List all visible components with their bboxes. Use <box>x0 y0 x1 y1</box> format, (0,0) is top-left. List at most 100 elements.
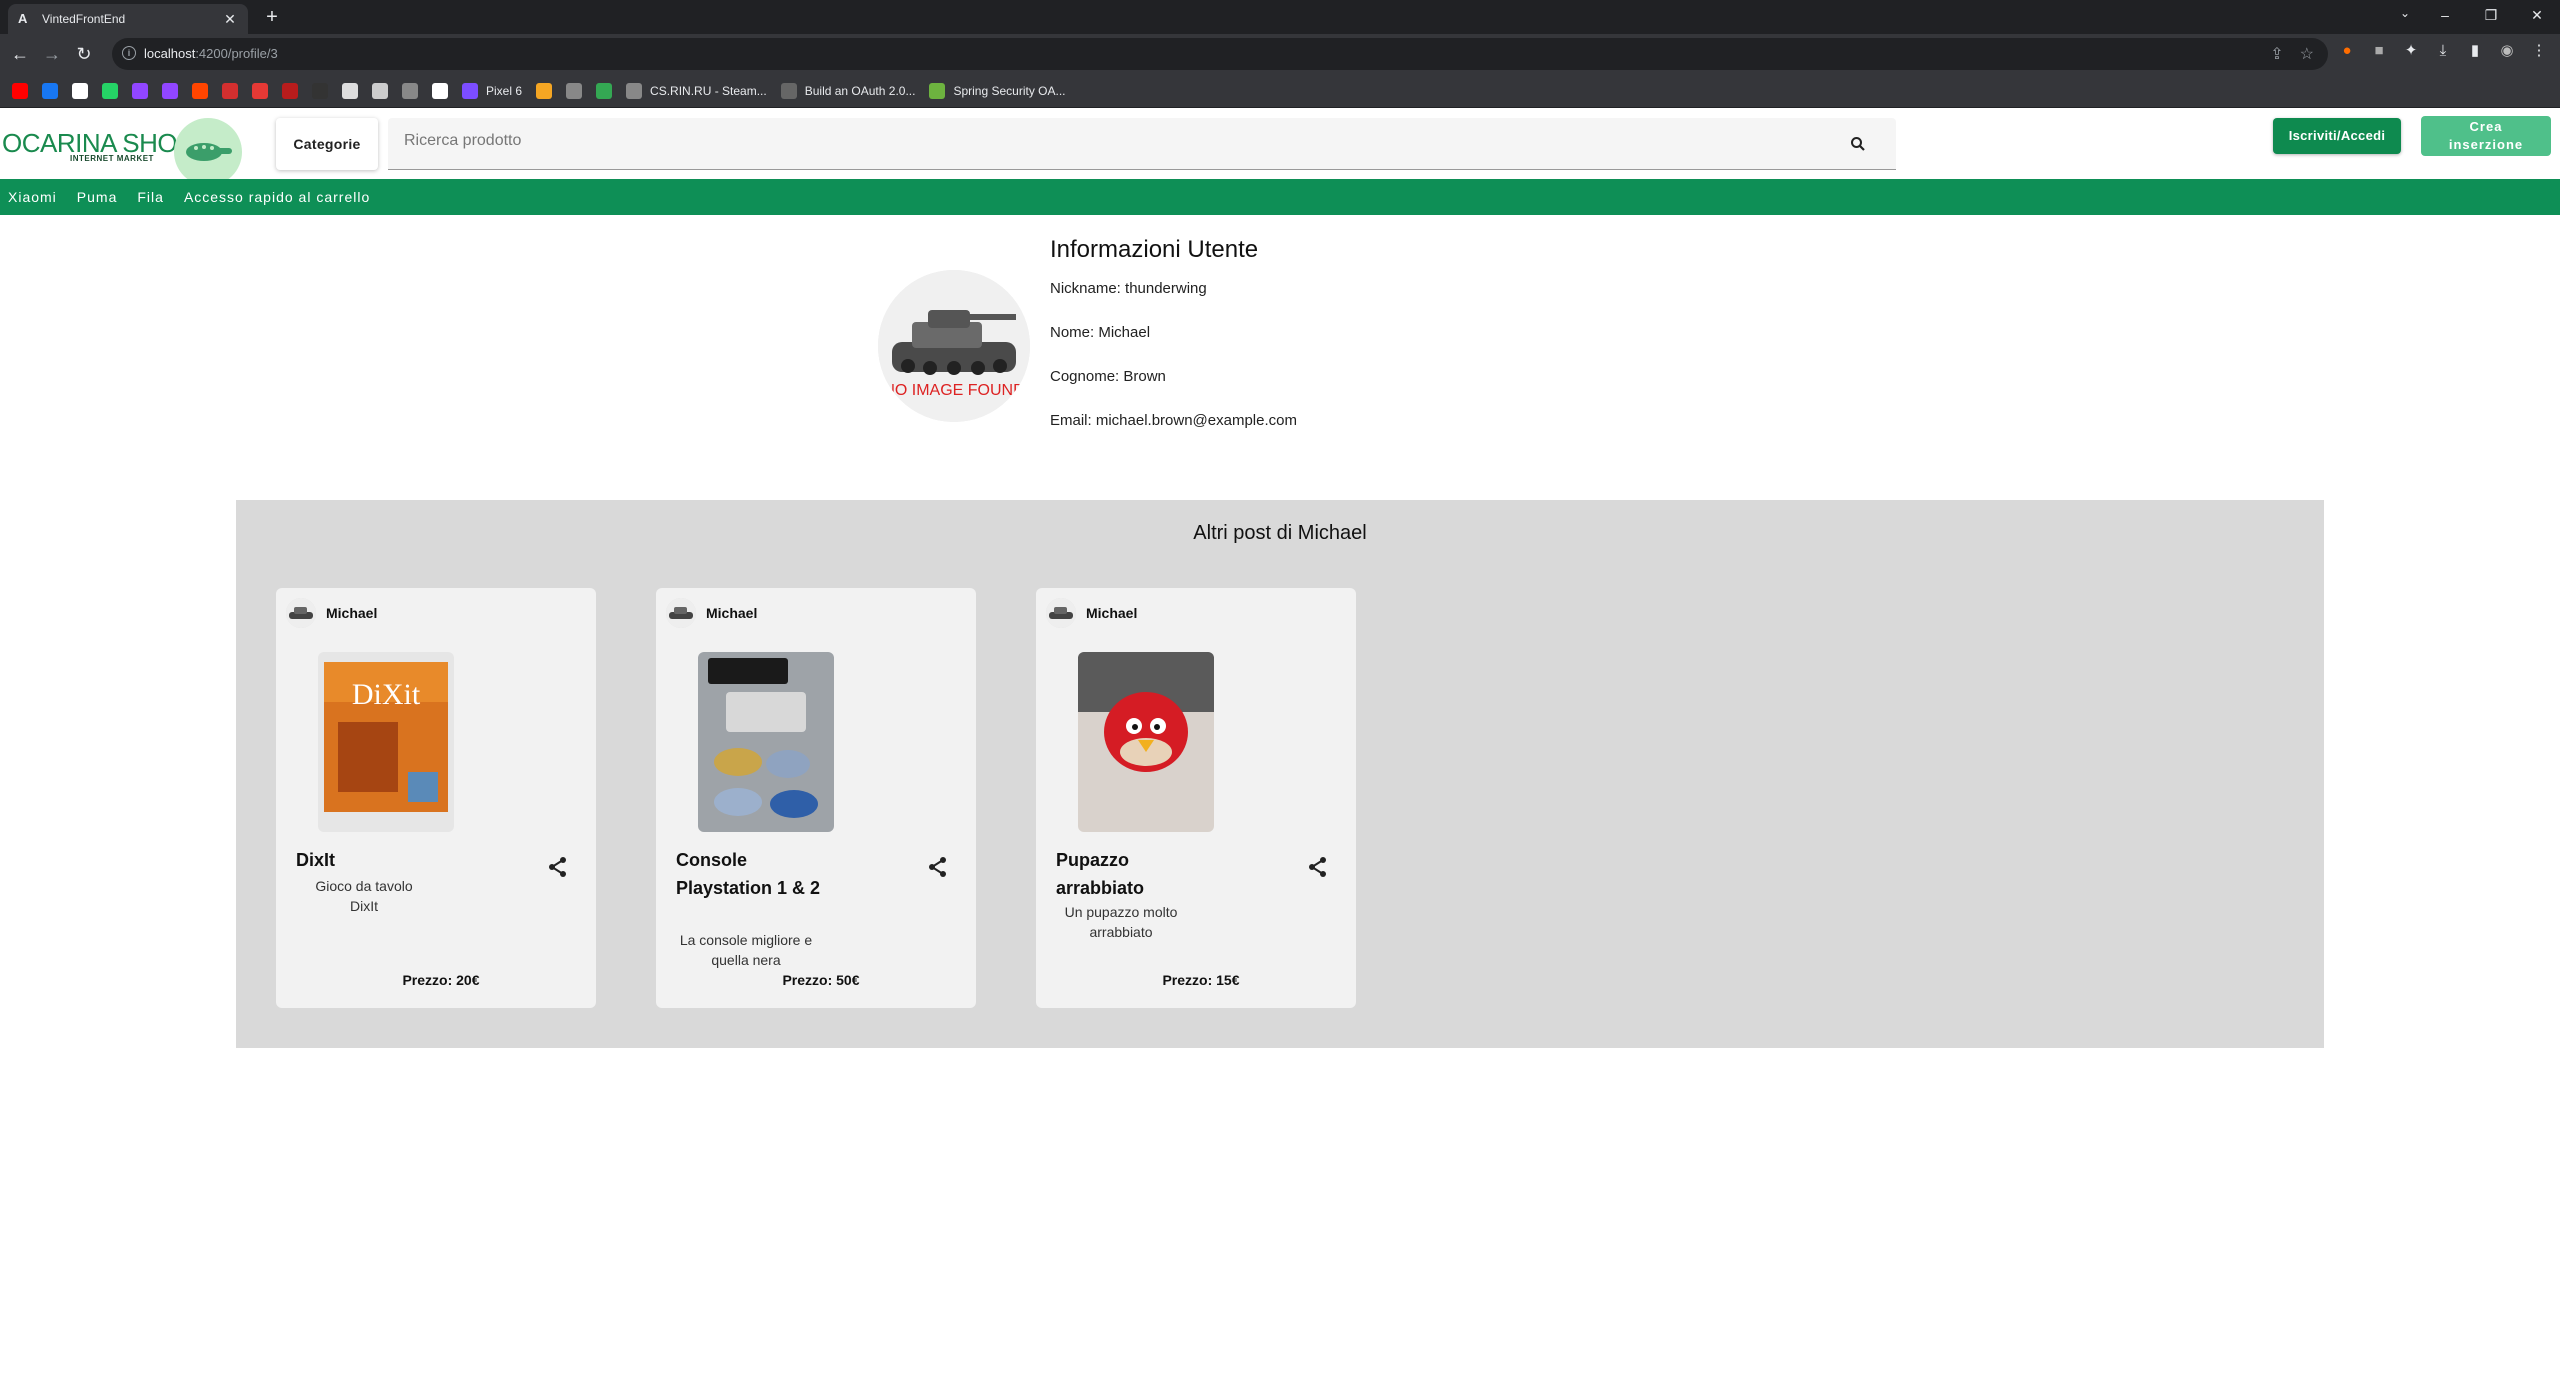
address-bar[interactable]: i localhost:4200/profile/3 ⇪ ☆ <box>112 38 2328 70</box>
site-header: OCARINA SHOP INTERNET MARKET Categorie I… <box>0 108 2560 186</box>
browser-tab[interactable]: A VintedFrontEnd ✕ <box>8 4 248 34</box>
card-author: Michael <box>1046 598 1137 628</box>
forward-icon[interactable]: → <box>40 42 64 66</box>
bookmark-item[interactable] <box>536 82 553 99</box>
extension-icon[interactable]: ■ <box>2370 42 2388 60</box>
bookmark-item[interactable] <box>252 82 268 99</box>
bookmark-icon <box>536 82 553 99</box>
bookmark-item[interactable] <box>372 82 388 99</box>
bookmark-icon <box>626 82 643 99</box>
bookmark-icon <box>72 82 88 99</box>
product-title: DixIt <box>296 850 336 870</box>
bookmark-item[interactable] <box>72 82 88 99</box>
bookmark-item[interactable] <box>42 82 58 99</box>
close-window-icon[interactable]: ✕ <box>2514 0 2560 30</box>
nav-item-xiaomi[interactable]: Xiaomi <box>8 189 57 205</box>
product-image[interactable]: DiXit <box>318 652 454 832</box>
bookmark-icon <box>282 82 298 99</box>
share-page-icon[interactable]: ⇪ <box>2270 44 2283 64</box>
product-description: Un pupazzo molto arrabbiato <box>1064 904 1178 940</box>
product-title: Console Playstation 1 & 2 <box>676 850 821 898</box>
bookmarks-bar: Pixel 6 CS.RIN.RU - Steam... Build an OAut… <box>0 74 2560 108</box>
bookmark-icon <box>42 82 58 99</box>
bookmark-icon <box>222 82 238 99</box>
bookmark-icon <box>596 82 613 99</box>
other-posts-title: Altri post di Michael <box>1193 522 1367 544</box>
login-button[interactable]: Iscriviti/Accedi <box>2273 118 2401 154</box>
menu-icon[interactable]: ⋮ <box>2530 42 2548 60</box>
share-icon[interactable] <box>1308 856 1328 878</box>
author-avatar <box>286 598 316 628</box>
share-icon[interactable] <box>548 856 568 878</box>
bookmark-item[interactable] <box>162 82 178 99</box>
back-icon[interactable]: ← <box>8 42 32 66</box>
nav-item-cart-quick-access[interactable]: Accesso rapido al carrello <box>184 189 370 205</box>
bookmark-item[interactable] <box>342 82 358 99</box>
product-price: Prezzo: 15€ <box>1162 972 1240 988</box>
bookmark-item[interactable]: Spring Security OA... <box>929 82 1066 99</box>
restore-icon[interactable]: ❐ <box>2468 0 2514 30</box>
bookmark-item[interactable] <box>402 82 418 99</box>
post-card[interactable]: Michael Pupazzo arrabbiato Un pupazzo mo… <box>1036 588 1356 1008</box>
product-image[interactable] <box>698 652 834 832</box>
categories-button[interactable]: Categorie <box>276 118 378 170</box>
site-logo[interactable]: OCARINA SHOP INTERNET MARKET <box>0 114 250 186</box>
bookmark-item[interactable] <box>132 82 148 99</box>
download-icon[interactable]: ⤓ <box>2434 42 2452 60</box>
create-label-line2: inserzione <box>2448 137 2524 152</box>
product-price: Prezzo: 20€ <box>402 972 480 988</box>
nickname-field: Nickname: thunderwing <box>1050 280 1207 297</box>
search-input[interactable] <box>404 132 1804 150</box>
product-image[interactable] <box>1078 652 1214 832</box>
sidepanel-icon[interactable]: ▮ <box>2466 42 2484 60</box>
bookmark-item[interactable] <box>282 82 298 99</box>
bookmark-icon <box>432 82 448 99</box>
bookmark-item[interactable] <box>566 82 583 99</box>
bookmark-star-icon[interactable]: ☆ <box>2300 44 2314 64</box>
author-name: Michael <box>1086 605 1138 621</box>
share-icon[interactable] <box>928 856 948 878</box>
search-field[interactable] <box>388 118 1896 170</box>
puzzle-icon[interactable]: ✦ <box>2402 42 2420 60</box>
bookmark-icon <box>12 82 28 99</box>
nav-item-puma[interactable]: Puma <box>77 189 118 205</box>
bookmark-icon <box>929 82 946 99</box>
product-description: Gioco da tavolo DixIt <box>315 878 413 914</box>
reload-icon[interactable]: ↻ <box>72 42 96 66</box>
bookmark-item[interactable]: Build an OAuth 2.0... <box>780 82 915 99</box>
profile-avatar-icon[interactable]: ◉ <box>2498 42 2516 60</box>
bookmark-item[interactable]: CS.RIN.RU - Steam... <box>626 82 767 99</box>
bookmark-icon <box>162 82 178 99</box>
bookmark-icon <box>462 82 478 99</box>
post-card[interactable]: Michael DiXit DixIt Gioco da tavolo DixI… <box>276 588 596 1008</box>
bookmark-icon <box>192 82 208 99</box>
bookmark-item[interactable] <box>222 82 238 99</box>
bookmark-item[interactable] <box>312 82 328 99</box>
author-name: Michael <box>706 605 758 621</box>
first-name-field: Nome: Michael <box>1050 324 1151 341</box>
bookmark-label: Spring Security OA... <box>953 83 1066 98</box>
bookmark-item[interactable]: Pixel 6 <box>462 82 522 99</box>
minimize-icon[interactable]: – <box>2422 0 2468 30</box>
new-tab-button[interactable]: + <box>260 6 284 30</box>
create-listing-button[interactable]: Crea inserzione <box>2421 116 2551 156</box>
last-name-field: Cognome: Brown <box>1050 368 1166 385</box>
close-tab-icon[interactable]: ✕ <box>222 11 238 28</box>
extensions-area: ● ■ ✦ ⤓ ▮ ◉ ⋮ <box>2338 42 2548 60</box>
search-icon[interactable] <box>1850 136 1866 152</box>
post-card[interactable]: Michael Console Playstation 1 & 2 La con… <box>656 588 976 1008</box>
product-price: Prezzo: 50€ <box>782 972 860 988</box>
card-author: Michael <box>666 598 757 628</box>
tab-search-icon[interactable]: ⌄ <box>2400 6 2410 20</box>
extension-icon[interactable]: ● <box>2338 42 2356 60</box>
nav-item-fila[interactable]: Fila <box>137 189 164 205</box>
bookmark-item[interactable] <box>12 82 28 99</box>
site-info-icon[interactable]: i <box>122 46 136 60</box>
bookmark-item[interactable] <box>432 82 448 99</box>
logo-subtitle: INTERNET MARKET <box>70 154 154 163</box>
create-label-line1: Crea <box>2469 119 2503 134</box>
bookmark-item[interactable] <box>102 82 118 99</box>
bookmark-item[interactable] <box>596 82 613 99</box>
bookmark-item[interactable] <box>192 82 208 99</box>
bookmark-icon <box>402 82 418 99</box>
